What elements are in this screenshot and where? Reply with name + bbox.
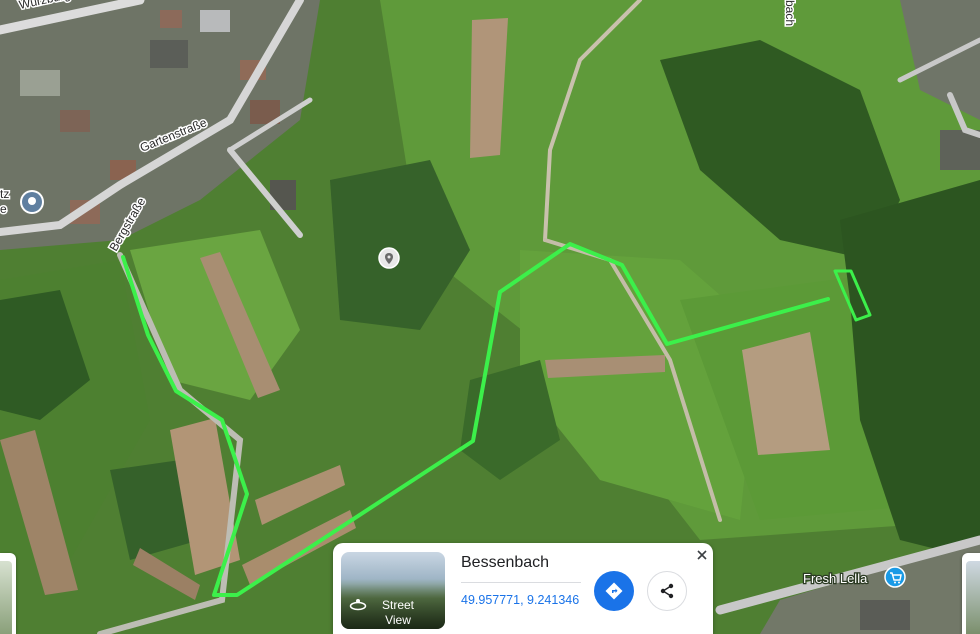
right-imagery-thumbnail[interactable]	[962, 553, 980, 634]
share-icon	[660, 583, 674, 599]
satellite-map[interactable]: Würzburger Str. Gartenstraße Bergstraße …	[0, 0, 980, 634]
road-label-left-edge-bottom: e	[0, 202, 7, 216]
road-label-bach: bach	[783, 0, 797, 26]
street-view-icon	[349, 599, 367, 611]
road-label-left-edge-top: tz	[0, 187, 9, 201]
close-button[interactable]	[694, 547, 710, 563]
location-pin-icon[interactable]	[20, 190, 44, 214]
place-name: Bessenbach	[461, 554, 550, 571]
place-info-card: Street View Bessenbach 49.957771, 9.2413…	[333, 543, 713, 634]
left-thumbnail-image	[0, 561, 12, 634]
coordinates-link[interactable]: 49.957771, 9.241346	[461, 593, 579, 607]
street-view-thumbnail[interactable]: Street View	[341, 552, 445, 629]
shopping-cart-icon	[884, 566, 906, 588]
left-imagery-thumbnail[interactable]	[0, 553, 16, 634]
close-icon	[697, 550, 707, 560]
street-view-label: Street View	[371, 598, 425, 628]
share-button[interactable]	[647, 571, 687, 611]
card-divider	[461, 582, 581, 583]
place-label-fresh-lella: Fresh Lella	[803, 571, 868, 586]
directions-icon	[605, 582, 623, 600]
directions-button[interactable]	[594, 571, 634, 611]
street-view-label-line2: View	[385, 613, 411, 627]
place-pin-icon[interactable]	[378, 247, 400, 269]
right-thumbnail-image	[966, 561, 980, 634]
street-view-label-line1: Street	[381, 598, 414, 612]
